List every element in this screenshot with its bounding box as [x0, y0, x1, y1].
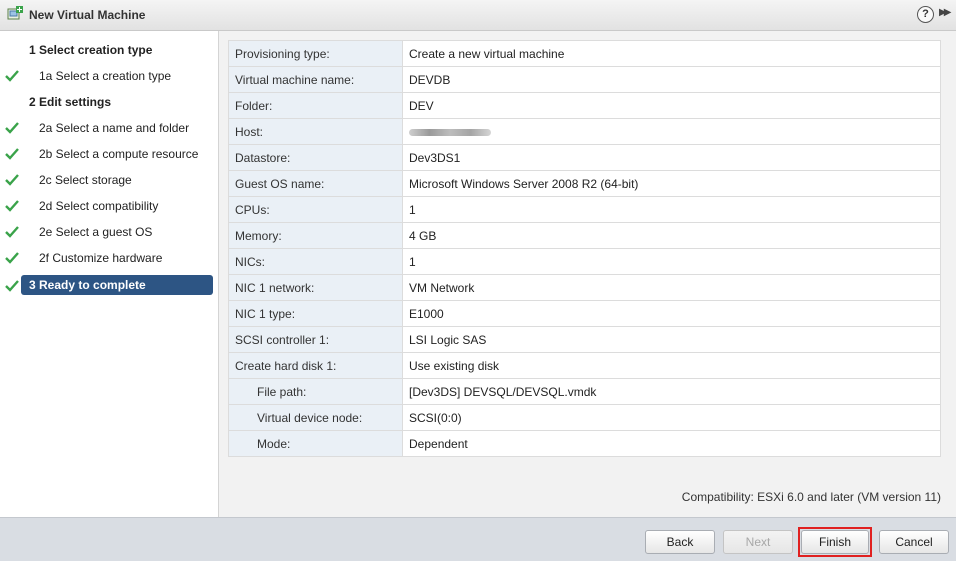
table-row: NIC 1 type: E1000 — [228, 300, 941, 327]
row-value: 1 — [402, 196, 941, 223]
row-key: File path: — [228, 378, 403, 405]
row-key: NICs: — [228, 248, 403, 275]
checkmark-icon — [5, 226, 19, 238]
checkmark-icon — [5, 252, 19, 264]
row-value: Dependent — [402, 430, 941, 457]
redacted-host-value — [409, 128, 491, 136]
row-value: Dev3DS1 — [402, 144, 941, 171]
row-key: Memory: — [228, 222, 403, 249]
expand-icon[interactable]: ▶▶ — [939, 7, 952, 18]
step-edit-settings: 2 Edit settings — [0, 91, 218, 113]
step-label: 2a Select a name and folder — [39, 121, 190, 135]
help-icon[interactable]: ? — [917, 6, 934, 23]
cancel-button[interactable]: Cancel — [879, 530, 949, 554]
row-key: Host: — [228, 118, 403, 145]
step-select-guest-os[interactable]: 2e Select a guest OS — [0, 221, 218, 243]
step-label: 2b Select a compute resource — [39, 147, 199, 161]
checkmark-icon — [5, 70, 19, 82]
row-key: Folder: — [228, 92, 403, 119]
summary-panel: Provisioning type: Create a new virtual m… — [219, 31, 956, 517]
table-row: Memory: 4 GB — [228, 222, 941, 249]
step-label: 2c Select storage — [39, 173, 132, 187]
row-value: 4 GB — [402, 222, 941, 249]
row-key: Provisioning type: — [228, 40, 403, 67]
wizard-steps-sidebar: 1 Select creation type 1a Select a creat… — [0, 31, 219, 517]
row-value: LSI Logic SAS — [402, 326, 941, 353]
step-label: 1a Select a creation type — [39, 69, 172, 83]
row-key: NIC 1 network: — [228, 274, 403, 301]
row-key: Create hard disk 1: — [228, 352, 403, 379]
table-row: Guest OS name: Microsoft Windows Server 2… — [228, 170, 941, 197]
step-label: 2e Select a guest OS — [39, 225, 153, 239]
row-value: E1000 — [402, 300, 941, 327]
step-select-compute-resource[interactable]: 2b Select a compute resource — [0, 143, 218, 165]
step-label: 2d Select compatibility — [39, 199, 159, 213]
table-row: Folder: DEV — [228, 92, 941, 119]
step-ready-to-complete[interactable]: 3 Ready to complete — [0, 275, 218, 297]
step-label: 1 Select creation type — [29, 43, 153, 57]
window-title: New Virtual Machine — [29, 8, 146, 22]
checkmark-icon — [5, 280, 19, 292]
table-row: CPUs: 1 — [228, 196, 941, 223]
checkmark-icon — [5, 174, 19, 186]
checkmark-icon — [5, 122, 19, 134]
row-value: [Dev3DS] DEVSQL/DEVSQL.vmdk — [402, 378, 941, 405]
virtual-machine-icon — [7, 6, 23, 22]
step-select-name-and-folder[interactable]: 2a Select a name and folder — [0, 117, 218, 139]
table-row: Host: — [228, 118, 941, 145]
row-value: 1 — [402, 248, 941, 275]
row-key: Virtual machine name: — [228, 66, 403, 93]
row-value: DEV — [402, 92, 941, 119]
row-value: Create a new virtual machine — [402, 40, 941, 67]
step-label: 2f Customize hardware — [39, 251, 163, 265]
row-value: VM Network — [402, 274, 941, 301]
table-row: SCSI controller 1: LSI Logic SAS — [228, 326, 941, 353]
table-row: Virtual machine name: DEVDB — [228, 66, 941, 93]
step-label: 2 Edit settings — [29, 95, 112, 109]
summary-table: Provisioning type: Create a new virtual m… — [228, 40, 941, 457]
row-value: Use existing disk — [402, 352, 941, 379]
row-value: DEVDB — [402, 66, 941, 93]
row-key: Datastore: — [228, 144, 403, 171]
row-key: SCSI controller 1: — [228, 326, 403, 353]
table-row: Provisioning type: Create a new virtual m… — [228, 40, 941, 67]
table-row: Virtual device node: SCSI(0:0) — [228, 404, 941, 431]
checkmark-icon — [5, 148, 19, 160]
table-row: Datastore: Dev3DS1 — [228, 144, 941, 171]
step-select-a-creation-type[interactable]: 1a Select a creation type — [0, 65, 218, 87]
step-select-storage[interactable]: 2c Select storage — [0, 169, 218, 191]
next-button[interactable]: Next — [723, 530, 793, 554]
table-row: Create hard disk 1: Use existing disk — [228, 352, 941, 379]
step-label: 3 Ready to complete — [29, 278, 146, 292]
wizard-footer: Back Next Finish Cancel — [0, 517, 956, 561]
row-key: Virtual device node: — [228, 404, 403, 431]
step-select-compatibility[interactable]: 2d Select compatibility — [0, 195, 218, 217]
row-key: Mode: — [228, 430, 403, 457]
row-key: Guest OS name: — [228, 170, 403, 197]
back-button[interactable]: Back — [645, 530, 715, 554]
row-key: CPUs: — [228, 196, 403, 223]
finish-button[interactable]: Finish — [801, 530, 869, 554]
compatibility-text: Compatibility: ESXi 6.0 and later (VM ve… — [681, 490, 941, 504]
row-value — [402, 118, 941, 145]
checkmark-icon — [5, 200, 19, 212]
row-value: SCSI(0:0) — [402, 404, 941, 431]
table-row: Mode: Dependent — [228, 430, 941, 457]
row-value: Microsoft Windows Server 2008 R2 (64-bit… — [402, 170, 941, 197]
title-bar: New Virtual Machine ? ▶▶ — [0, 0, 956, 31]
step-customize-hardware[interactable]: 2f Customize hardware — [0, 247, 218, 269]
table-row: NIC 1 network: VM Network — [228, 274, 941, 301]
table-row: File path: [Dev3DS] DEVSQL/DEVSQL.vmdk — [228, 378, 941, 405]
table-row: NICs: 1 — [228, 248, 941, 275]
step-select-creation-type: 1 Select creation type — [0, 39, 218, 61]
row-key: NIC 1 type: — [228, 300, 403, 327]
